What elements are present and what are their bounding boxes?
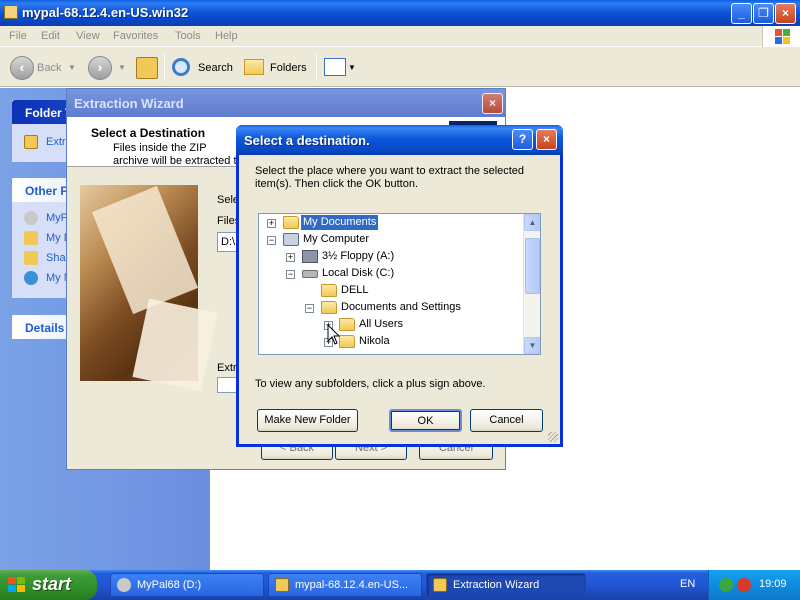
- close-button[interactable]: ×: [775, 3, 796, 24]
- menu-help[interactable]: Help: [215, 30, 238, 42]
- my-documents-icon: [24, 231, 38, 245]
- windows-logo-icon: [762, 26, 800, 47]
- windows-flag-icon: [8, 577, 26, 593]
- zip-folder-icon: [275, 578, 289, 592]
- task-mypal-folder[interactable]: mypal-68.12.4.en-US...: [268, 573, 422, 597]
- resize-grip-icon[interactable]: [548, 432, 558, 442]
- forward-arrow-icon[interactable]: ›: [88, 56, 112, 80]
- system-tray: 19:09: [708, 570, 800, 600]
- wizard-subheading: Files inside the ZIP archive will be ext…: [113, 142, 243, 167]
- tree-scrollbar[interactable]: ▲ ▼: [523, 214, 540, 354]
- menu-view[interactable]: View: [76, 30, 100, 42]
- scroll-thumb[interactable]: [525, 238, 540, 294]
- wizard-title-bar[interactable]: Extraction Wizard ×: [67, 89, 505, 117]
- language-indicator[interactable]: EN: [680, 578, 695, 590]
- menu-edit[interactable]: Edit: [41, 30, 60, 42]
- shared-folder-icon: [24, 251, 38, 265]
- back-arrow-icon[interactable]: ‹: [10, 56, 34, 80]
- drive-icon: [117, 578, 131, 592]
- wizard-side-image: [80, 185, 218, 392]
- tree-expand-icon[interactable]: +: [286, 253, 295, 262]
- views-dropdown-icon[interactable]: ▼: [348, 63, 356, 72]
- back-button[interactable]: Back: [37, 62, 61, 74]
- folder-tree[interactable]: + My Documents − My Computer + 3½ Floppy…: [258, 213, 541, 355]
- toolbar: ‹ Back ▼ › ▼ Search Folders ▼: [0, 47, 800, 87]
- tree-collapse-icon[interactable]: −: [305, 304, 314, 313]
- extracting-label: Extracting...: [217, 362, 237, 374]
- views-icon[interactable]: [324, 58, 346, 76]
- folder-icon: [339, 318, 355, 331]
- clock[interactable]: 19:09: [759, 578, 787, 590]
- select-folder-label: Select a folder to extract files to.: [217, 194, 237, 206]
- tree-item-my-documents[interactable]: + My Documents: [259, 215, 524, 232]
- wizard-heading: Select a Destination: [91, 126, 206, 140]
- forward-dropdown-icon[interactable]: ▼: [118, 63, 126, 72]
- my-computer-icon: [283, 233, 299, 246]
- tree-collapse-icon[interactable]: −: [267, 236, 276, 245]
- wizard-folder-icon: [433, 578, 447, 592]
- maximize-button[interactable]: ❐: [753, 3, 774, 24]
- network-tray-icon[interactable]: [719, 578, 733, 592]
- start-button[interactable]: start: [0, 570, 97, 600]
- minimize-button[interactable]: _: [731, 3, 752, 24]
- dialog-hint: To view any subfolders, click a plus sig…: [255, 378, 486, 390]
- dialog-title: Select a destination.: [244, 133, 370, 148]
- cancel-button[interactable]: Cancel: [470, 409, 543, 432]
- tree-item-documents-and-settings[interactable]: − Documents and Settings: [259, 300, 524, 317]
- drive-icon: [24, 211, 38, 225]
- select-destination-dialog: Select a destination. ? × Select the pla…: [236, 125, 563, 447]
- search-icon[interactable]: [172, 58, 190, 76]
- folder-icon: [321, 301, 337, 314]
- menu-tools[interactable]: Tools: [175, 30, 201, 42]
- network-globe-icon: [24, 271, 38, 285]
- extract-icon: [24, 135, 38, 149]
- mouse-cursor-icon: [327, 324, 341, 345]
- wizard-close-button[interactable]: ×: [482, 93, 503, 114]
- ok-button[interactable]: OK: [389, 409, 462, 432]
- back-dropdown-icon[interactable]: ▼: [68, 63, 76, 72]
- taskbar: start MyPal68 (D:) mypal-68.12.4.en-US..…: [0, 570, 800, 600]
- wizard-title: Extraction Wizard: [74, 96, 184, 111]
- folder-icon: [339, 335, 355, 348]
- task-mypal-drive[interactable]: MyPal68 (D:): [110, 573, 264, 597]
- floppy-icon: [302, 250, 318, 263]
- security-shield-icon[interactable]: [737, 578, 751, 592]
- menu-bar: File Edit View Favorites Tools Help: [0, 26, 800, 47]
- menu-file[interactable]: File: [9, 30, 27, 42]
- my-documents-icon: [283, 216, 299, 229]
- explorer-title-bar[interactable]: mypal-68.12.4.en-US.win32 _ ❐ ×: [0, 0, 800, 26]
- tree-item-dell[interactable]: DELL: [259, 283, 524, 300]
- folder-up-icon[interactable]: [136, 57, 158, 79]
- tree-item-nikola[interactable]: + Nikola: [259, 334, 524, 351]
- explorer-title: mypal-68.12.4.en-US.win32: [22, 5, 189, 20]
- tree-collapse-icon[interactable]: −: [286, 270, 295, 279]
- tree-expand-icon[interactable]: +: [267, 219, 276, 228]
- task-extraction-wizard[interactable]: Extraction Wizard: [426, 573, 586, 597]
- tree-item-my-computer[interactable]: − My Computer: [259, 232, 524, 249]
- dialog-description: Select the place where you want to extra…: [255, 165, 525, 190]
- zip-folder-icon: [4, 5, 18, 19]
- folders-button[interactable]: Folders: [270, 62, 307, 74]
- dialog-title-bar[interactable]: Select a destination. ? ×: [236, 125, 563, 155]
- tree-item-all-users[interactable]: + All Users: [259, 317, 524, 334]
- scroll-down-icon[interactable]: ▼: [524, 337, 540, 354]
- tree-item-floppy[interactable]: + 3½ Floppy (A:): [259, 249, 524, 266]
- files-extracted-label: Files will be extracted to this director…: [217, 215, 237, 227]
- help-button[interactable]: ?: [512, 129, 533, 150]
- tree-item-local-disk[interactable]: − Local Disk (C:): [259, 266, 524, 283]
- folders-icon[interactable]: [244, 59, 264, 75]
- dialog-close-button[interactable]: ×: [536, 129, 557, 150]
- scroll-up-icon[interactable]: ▲: [524, 214, 540, 231]
- search-button[interactable]: Search: [198, 62, 233, 74]
- make-new-folder-button[interactable]: Make New Folder: [257, 409, 358, 432]
- hard-disk-icon: [302, 270, 318, 278]
- folder-icon: [321, 284, 337, 297]
- menu-favorites[interactable]: Favorites: [113, 30, 158, 42]
